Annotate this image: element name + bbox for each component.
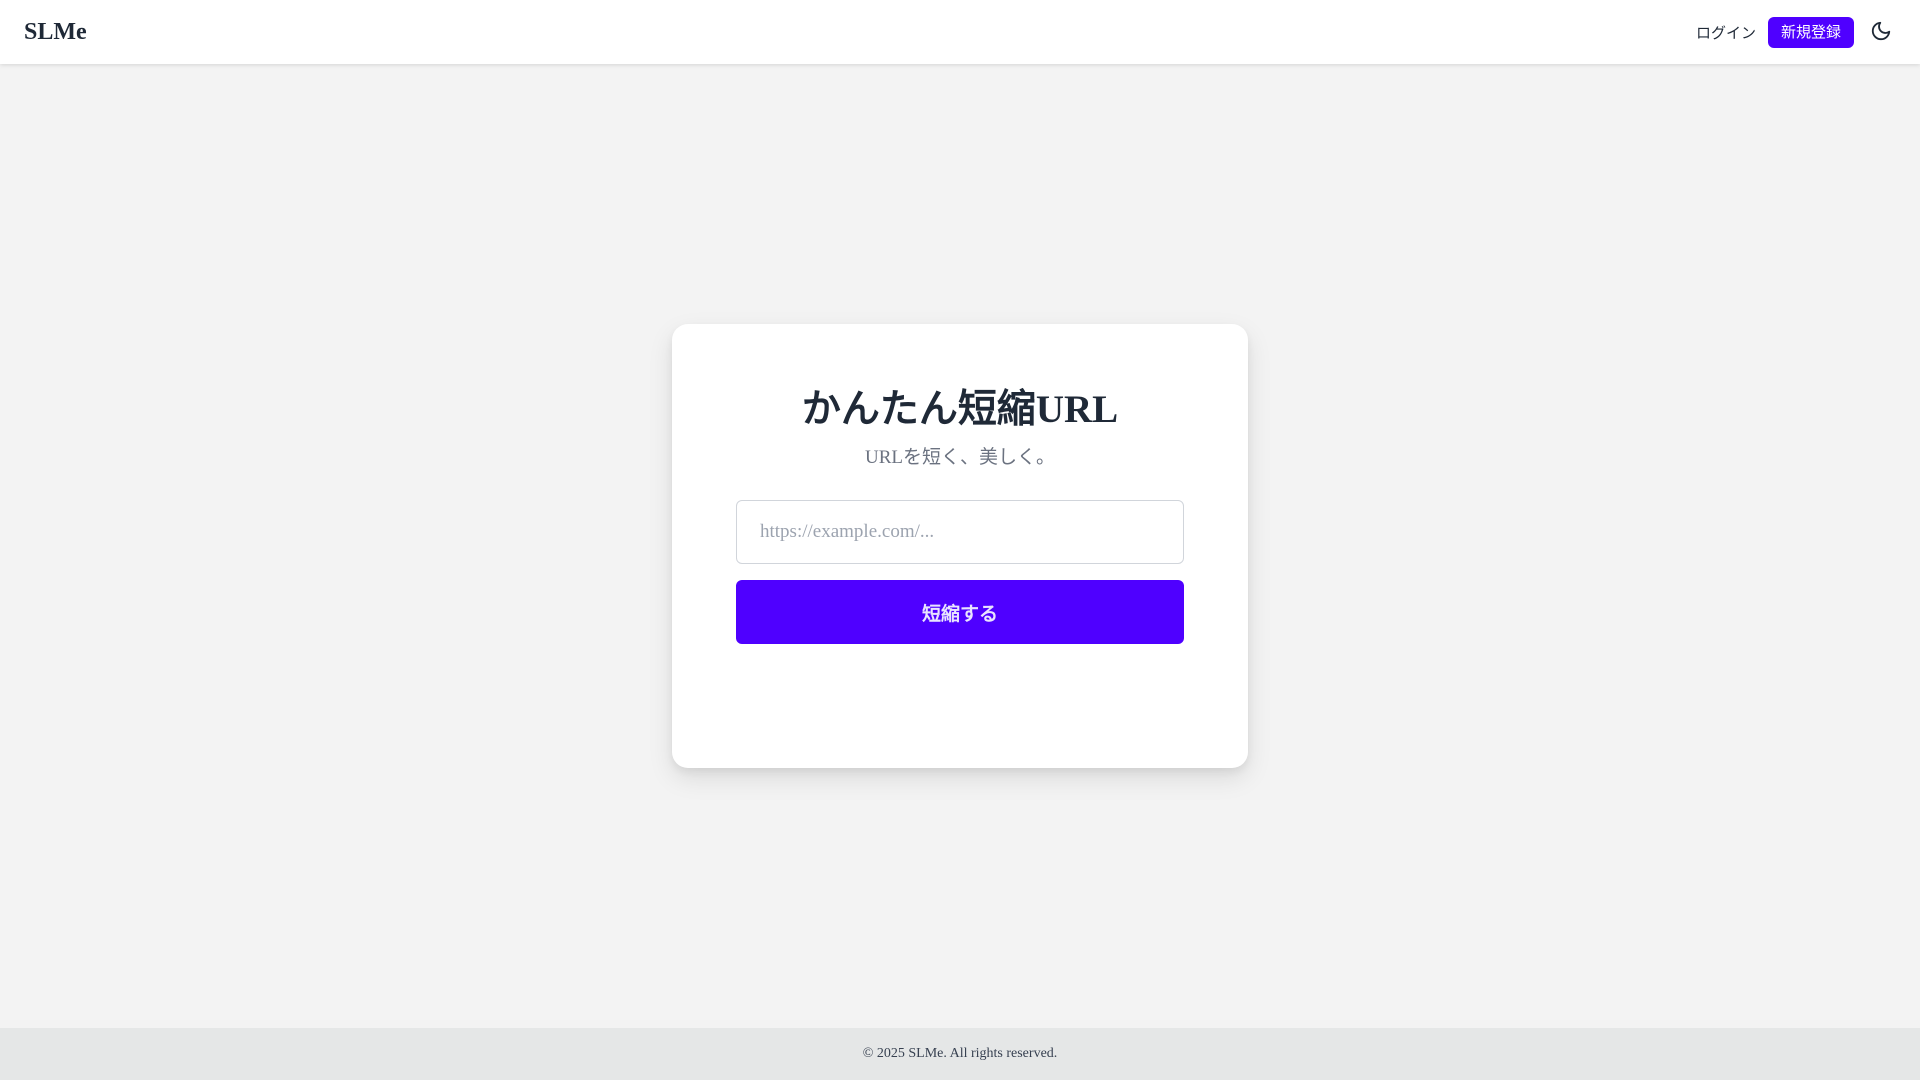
moon-icon	[1870, 20, 1892, 45]
url-input[interactable]	[736, 500, 1184, 564]
theme-toggle-button[interactable]	[1866, 17, 1896, 47]
shorten-card: かんたん短縮URL URLを短く、美しく。 短縮する	[672, 324, 1248, 768]
header-nav: ログイン 新規登録	[1696, 16, 1896, 49]
page-title: かんたん短縮URL	[801, 388, 1119, 431]
site-header: SLMe ログイン 新規登録	[0, 0, 1920, 64]
brand-logo[interactable]: SLMe	[24, 19, 87, 46]
shorten-button[interactable]: 短縮する	[736, 580, 1184, 644]
page-subtitle: URLを短く、美しく。	[864, 447, 1055, 468]
main-content: かんたん短縮URL URLを短く、美しく。 短縮する	[0, 64, 1920, 1028]
site-footer: © 2025 SLMe. All rights reserved.	[0, 1028, 1920, 1080]
footer-copyright: © 2025 SLMe. All rights reserved.	[862, 1046, 1058, 1061]
login-link[interactable]: ログイン	[1696, 16, 1756, 49]
signup-button[interactable]: 新規登録	[1767, 16, 1854, 48]
